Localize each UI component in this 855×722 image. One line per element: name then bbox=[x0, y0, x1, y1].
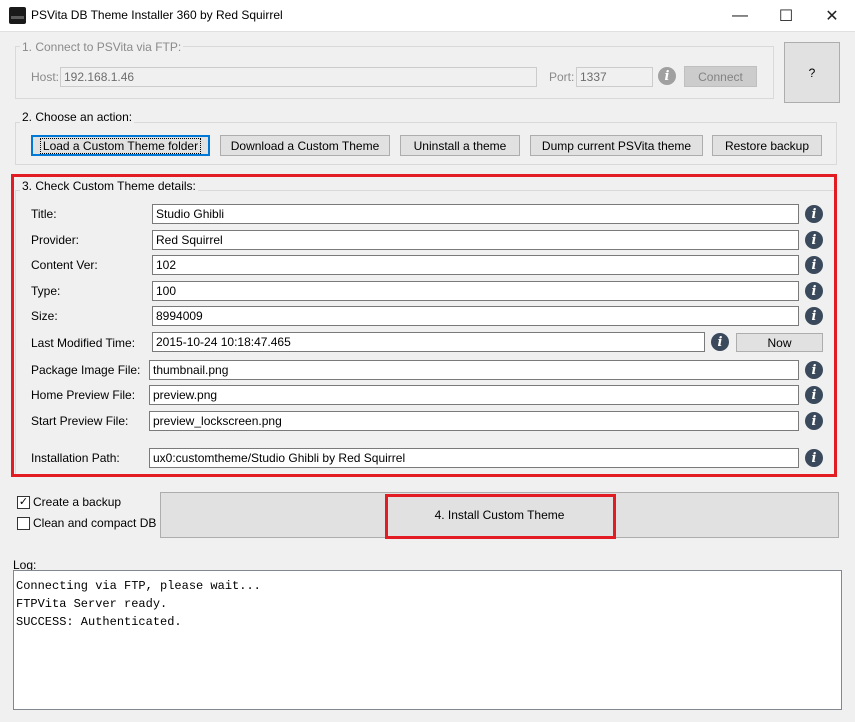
title-label: Title: bbox=[31, 207, 57, 221]
minimize-button[interactable]: — bbox=[717, 0, 763, 31]
maximize-button[interactable]: ☐ bbox=[763, 0, 809, 31]
package-image-label: Package Image File: bbox=[31, 363, 141, 377]
info-icon[interactable]: i bbox=[658, 67, 676, 85]
details-group-label: 3. Check Custom Theme details: bbox=[20, 179, 198, 193]
info-icon[interactable]: i bbox=[805, 361, 823, 379]
download-theme-button[interactable]: Download a Custom Theme bbox=[220, 135, 390, 156]
content-ver-field[interactable]: 102 bbox=[152, 255, 799, 275]
info-icon[interactable]: i bbox=[805, 449, 823, 467]
info-icon[interactable]: i bbox=[805, 256, 823, 274]
help-button[interactable]: ? bbox=[784, 42, 840, 103]
provider-label: Provider: bbox=[31, 233, 80, 247]
port-input[interactable]: 1337 bbox=[576, 67, 653, 87]
create-backup-label[interactable]: Create a backup bbox=[33, 495, 121, 509]
last-modified-field[interactable]: 2015-10-24 10:18:47.465 bbox=[152, 332, 705, 352]
title-field[interactable]: Studio Ghibli bbox=[152, 204, 799, 224]
load-theme-folder-label: Load a Custom Theme folder bbox=[39, 137, 202, 154]
info-icon[interactable]: i bbox=[805, 307, 823, 325]
restore-backup-button[interactable]: Restore backup bbox=[712, 135, 822, 156]
download-theme-label: Download a Custom Theme bbox=[230, 138, 380, 153]
start-preview-field[interactable]: preview_lockscreen.png bbox=[149, 411, 799, 431]
connect-label: Connect bbox=[698, 69, 743, 84]
clean-db-label[interactable]: Clean and compact DB bbox=[33, 516, 156, 530]
size-field[interactable]: 8994009 bbox=[152, 306, 799, 326]
create-backup-checkbox[interactable]: ✓ bbox=[17, 496, 30, 509]
restore-backup-label: Restore backup bbox=[724, 138, 810, 153]
provider-field[interactable]: Red Squirrel bbox=[152, 230, 799, 250]
clean-db-checkbox[interactable] bbox=[17, 517, 30, 530]
now-button[interactable]: Now bbox=[736, 333, 823, 352]
dump-theme-button[interactable]: Dump current PSVita theme bbox=[530, 135, 703, 156]
log-textarea[interactable]: Connecting via FTP, please wait... FTPVi… bbox=[13, 570, 842, 710]
start-preview-label: Start Preview File: bbox=[31, 414, 129, 428]
connect-button[interactable]: Connect bbox=[684, 66, 757, 87]
load-theme-folder-button[interactable]: Load a Custom Theme folder bbox=[31, 135, 210, 156]
info-icon[interactable]: i bbox=[805, 386, 823, 404]
dump-theme-label: Dump current PSVita theme bbox=[541, 138, 692, 153]
install-highlight-box bbox=[385, 494, 616, 539]
info-icon[interactable]: i bbox=[805, 231, 823, 249]
type-field[interactable]: 100 bbox=[152, 281, 799, 301]
home-preview-label: Home Preview File: bbox=[31, 388, 136, 402]
ftp-group-label: 1. Connect to PSVita via FTP: bbox=[20, 40, 184, 54]
home-preview-field[interactable]: preview.png bbox=[149, 385, 799, 405]
last-modified-label: Last Modified Time: bbox=[31, 336, 136, 350]
log-line: SUCCESS: Authenticated. bbox=[16, 615, 182, 629]
info-icon[interactable]: i bbox=[805, 282, 823, 300]
port-label: Port: bbox=[549, 70, 575, 84]
log-line: FTPVita Server ready. bbox=[16, 597, 168, 611]
host-label: Host: bbox=[31, 70, 60, 84]
uninstall-theme-label: Uninstall a theme bbox=[413, 138, 507, 153]
help-label: ? bbox=[808, 65, 816, 80]
app-icon bbox=[9, 7, 26, 24]
content-ver-label: Content Ver: bbox=[31, 258, 98, 272]
package-image-field[interactable]: thumbnail.png bbox=[149, 360, 799, 380]
info-icon[interactable]: i bbox=[805, 205, 823, 223]
uninstall-theme-button[interactable]: Uninstall a theme bbox=[400, 135, 520, 156]
now-label: Now bbox=[767, 335, 792, 350]
title-bar: PSVita DB Theme Installer 360 by Red Squ… bbox=[0, 0, 855, 32]
host-input[interactable]: 192.168.1.46 bbox=[60, 67, 537, 87]
window-title: PSVita DB Theme Installer 360 by Red Squ… bbox=[31, 8, 283, 22]
info-icon[interactable]: i bbox=[711, 333, 729, 351]
info-icon[interactable]: i bbox=[805, 412, 823, 430]
log-line: Connecting via FTP, please wait... bbox=[16, 579, 261, 593]
installation-path-label: Installation Path: bbox=[31, 451, 120, 465]
installation-path-field[interactable]: ux0:customtheme/Studio Ghibli by Red Squ… bbox=[149, 448, 799, 468]
type-label: Type: bbox=[31, 284, 61, 298]
size-label: Size: bbox=[31, 309, 58, 323]
close-button[interactable]: ✕ bbox=[809, 0, 855, 31]
actions-group-label: 2. Choose an action: bbox=[20, 110, 135, 124]
